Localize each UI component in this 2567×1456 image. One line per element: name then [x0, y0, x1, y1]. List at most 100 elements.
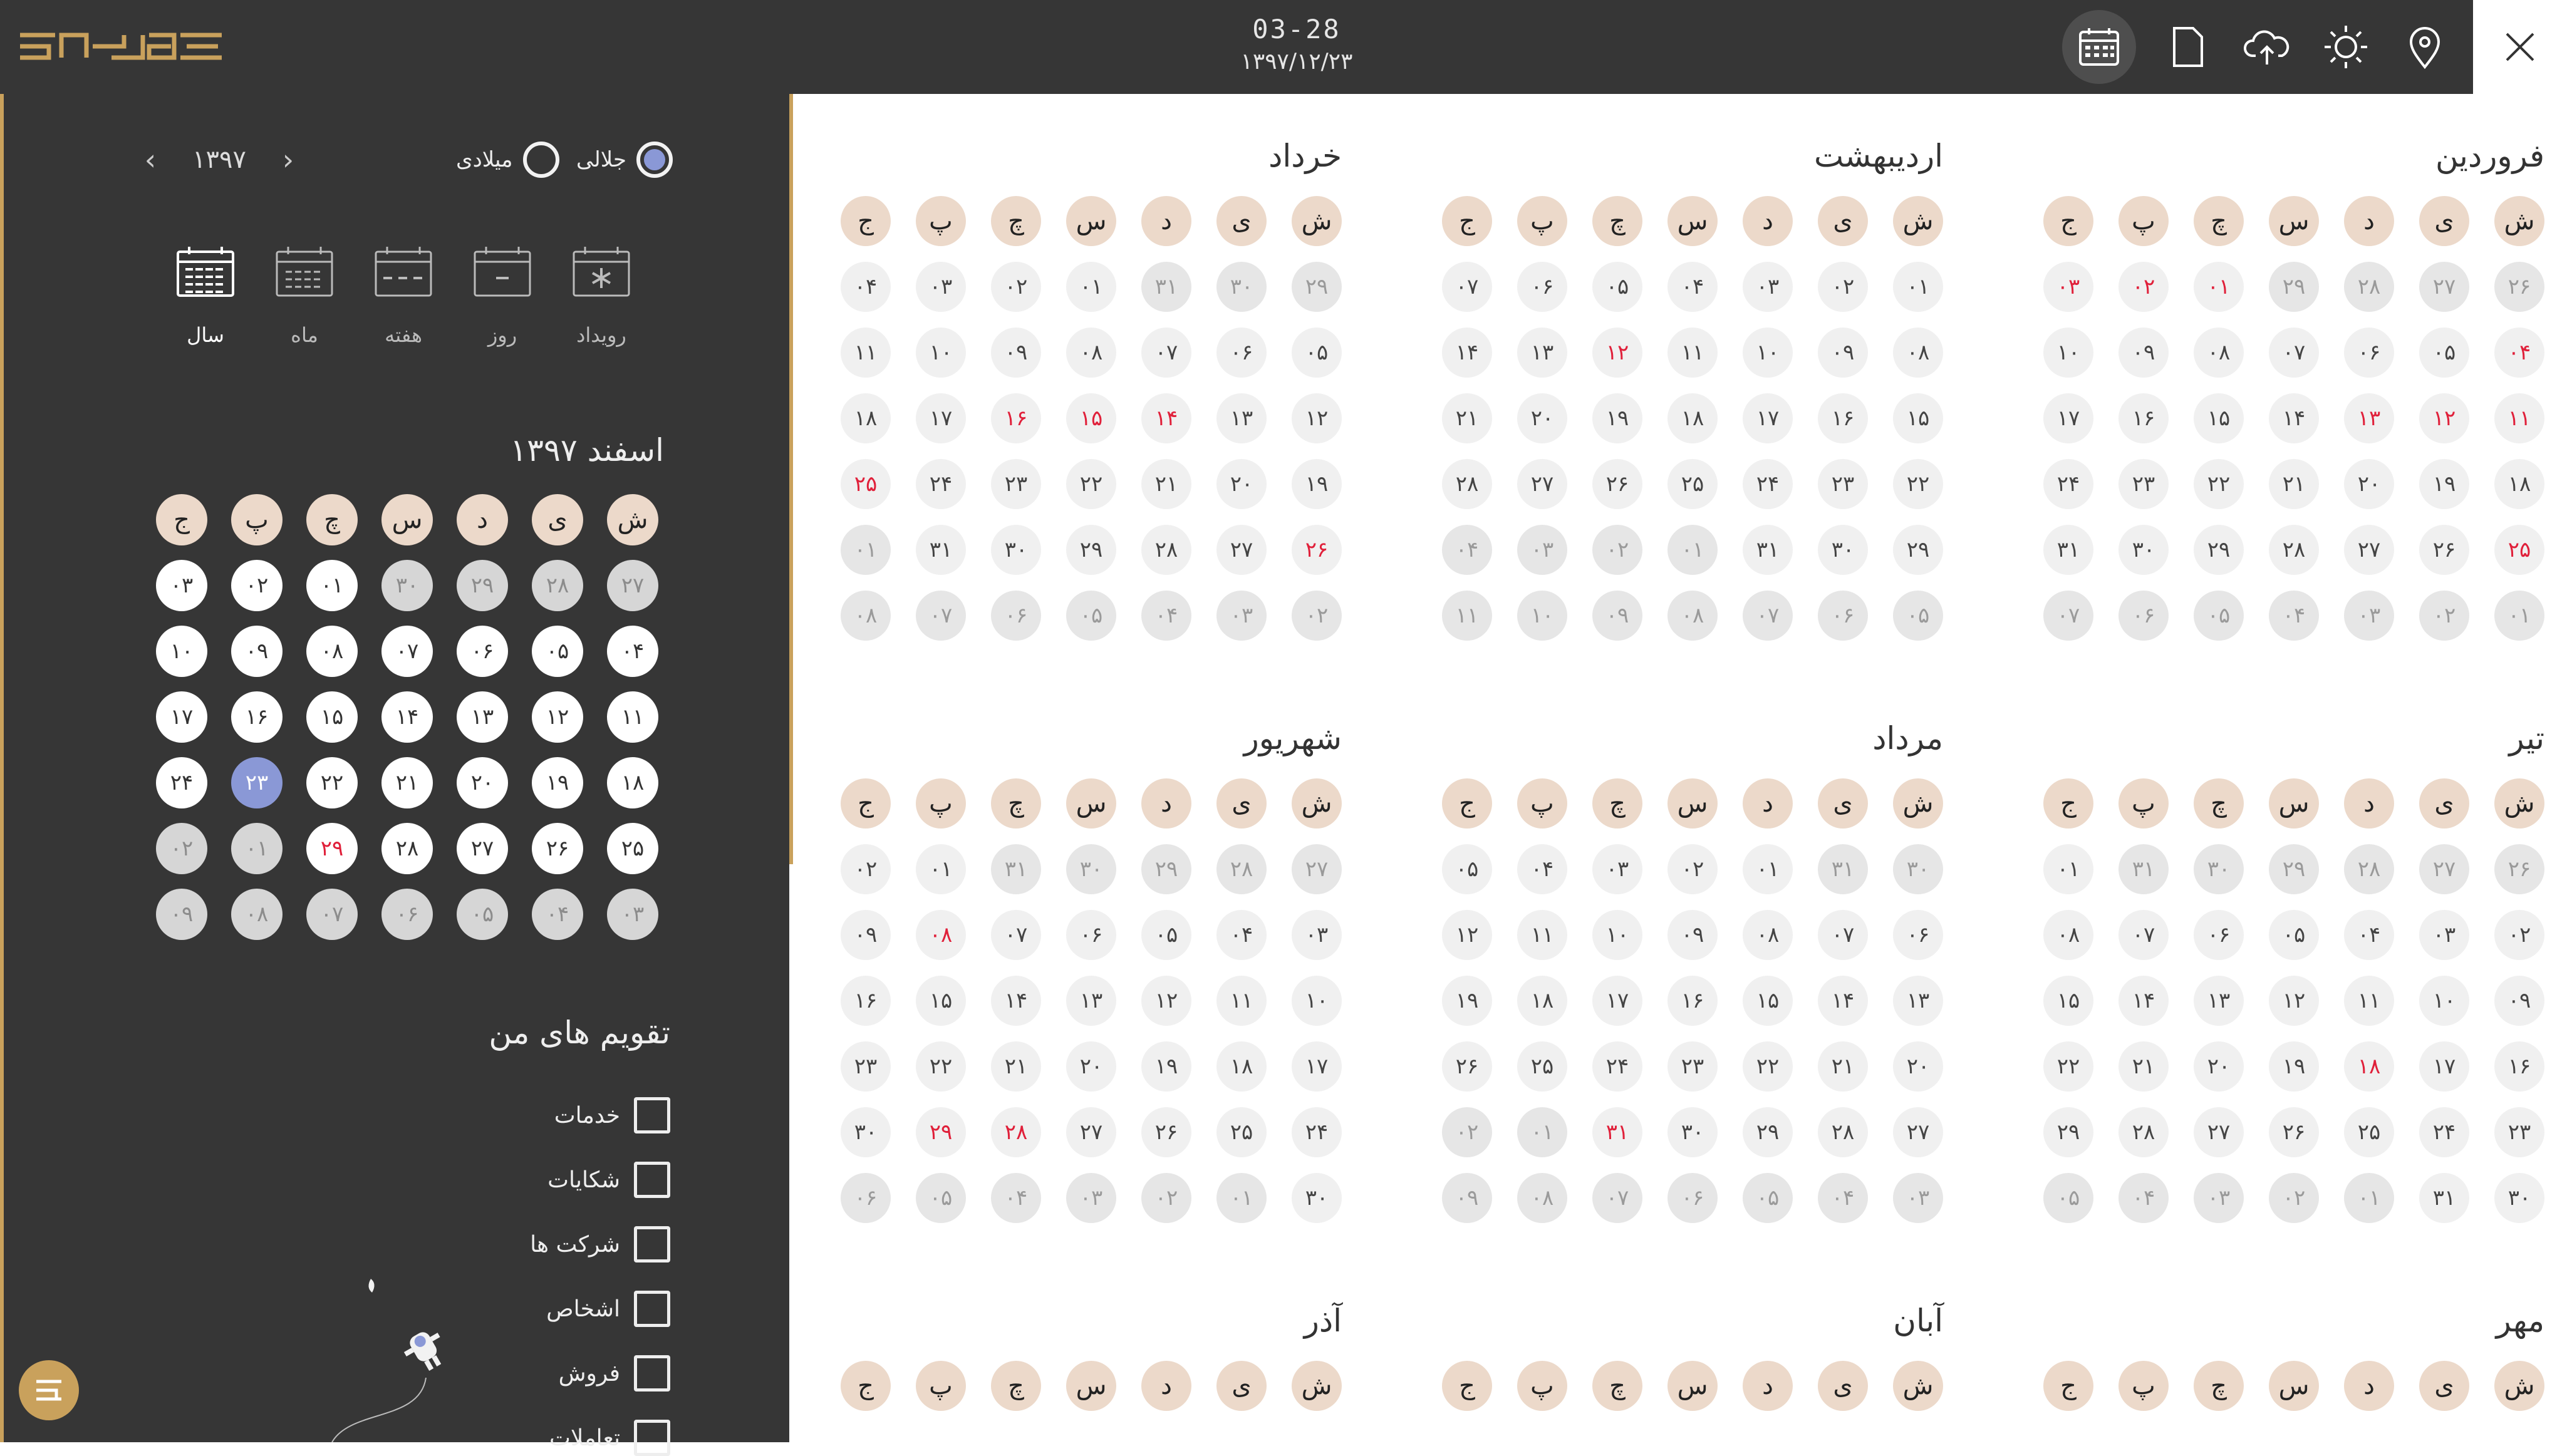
- day-cell[interactable]: ۲۴: [916, 459, 966, 509]
- day-cell[interactable]: ۱۵: [2194, 393, 2244, 443]
- day-cell[interactable]: ۲۰: [2194, 1041, 2244, 1092]
- day-cell[interactable]: ۱۲: [532, 691, 583, 743]
- day-cell[interactable]: ۰۲: [1442, 1107, 1492, 1157]
- calendar-filter-checkbox[interactable]: [634, 1226, 670, 1262]
- day-cell[interactable]: ۳۰: [1292, 1173, 1342, 1223]
- day-cell[interactable]: ۲۴: [1292, 1107, 1342, 1157]
- day-cell[interactable]: ۰۹: [1667, 910, 1718, 960]
- day-cell[interactable]: ۲۱: [2269, 459, 2319, 509]
- day-cell[interactable]: ۰۱: [2043, 844, 2093, 894]
- day-cell[interactable]: ۱۲: [1592, 328, 1642, 378]
- day-cell[interactable]: ۰۴: [991, 1173, 1041, 1223]
- selected-day[interactable]: ۲۳: [231, 757, 283, 808]
- day-cell[interactable]: ۱۸: [2344, 1041, 2394, 1092]
- day-cell[interactable]: ۱۸: [607, 757, 658, 808]
- day-cell[interactable]: ۲۹: [2269, 844, 2319, 894]
- day-cell[interactable]: ۲۶: [1442, 1041, 1492, 1092]
- day-cell[interactable]: ۲۹: [916, 1107, 966, 1157]
- day-cell[interactable]: ۰۲: [1592, 525, 1642, 575]
- day-cell[interactable]: ۰۷: [1442, 262, 1492, 312]
- day-cell[interactable]: ۱۵: [2043, 976, 2093, 1026]
- day-cell[interactable]: ۰۸: [841, 591, 891, 641]
- day-cell[interactable]: ۲۸: [1141, 525, 1191, 575]
- day-cell[interactable]: ۰۱: [1743, 844, 1793, 894]
- day-cell[interactable]: ۱۹: [1592, 393, 1642, 443]
- day-cell[interactable]: ۲۲: [1066, 459, 1116, 509]
- day-cell[interactable]: ۲۲: [916, 1041, 966, 1092]
- day-cell[interactable]: ۲۷: [2419, 262, 2469, 312]
- day-cell[interactable]: ۳۱: [2118, 844, 2169, 894]
- day-cell[interactable]: ۲۷: [2419, 844, 2469, 894]
- day-cell[interactable]: ۳۱: [1141, 262, 1191, 312]
- day-cell[interactable]: ۲۹: [306, 823, 358, 874]
- day-cell[interactable]: ۰۱: [231, 823, 283, 874]
- day-cell[interactable]: ۰۳: [2344, 591, 2394, 641]
- day-cell[interactable]: ۱۷: [1592, 976, 1642, 1026]
- day-cell[interactable]: ۰۵: [916, 1173, 966, 1223]
- day-cell[interactable]: ۰۴: [841, 262, 891, 312]
- day-cell[interactable]: ۲۵: [841, 459, 891, 509]
- day-cell[interactable]: ۰۴: [1667, 262, 1718, 312]
- day-cell[interactable]: ۰۳: [1592, 844, 1642, 894]
- calendar-filter-item[interactable]: اشخاص: [514, 1291, 670, 1327]
- day-cell[interactable]: ۲۹: [1893, 525, 1943, 575]
- day-cell[interactable]: ۲۰: [457, 757, 508, 808]
- day-cell[interactable]: ۰۴: [2118, 1173, 2169, 1223]
- day-cell[interactable]: ۳۰: [1893, 844, 1943, 894]
- day-cell[interactable]: ۱۵: [1743, 976, 1793, 1026]
- radio-jalali-circle[interactable]: [636, 142, 673, 178]
- prev-year-arrow-icon[interactable]: ‹: [138, 143, 163, 177]
- day-cell[interactable]: ۲۹: [457, 560, 508, 611]
- day-cell[interactable]: ۳۱: [1818, 844, 1868, 894]
- day-cell[interactable]: ۰۲: [2419, 591, 2469, 641]
- day-cell[interactable]: ۲۹: [2194, 525, 2244, 575]
- calendar-filter-item[interactable]: شکایات: [514, 1162, 670, 1198]
- day-cell[interactable]: ۲۷: [1292, 844, 1342, 894]
- day-cell[interactable]: ۰۲: [1667, 844, 1718, 894]
- day-cell[interactable]: ۰۸: [1667, 591, 1718, 641]
- day-cell[interactable]: ۱۰: [156, 626, 207, 677]
- day-cell[interactable]: ۱۹: [1141, 1041, 1191, 1092]
- day-cell[interactable]: ۰۷: [991, 910, 1041, 960]
- day-cell[interactable]: ۰۴: [1442, 525, 1492, 575]
- day-cell[interactable]: ۰۹: [1818, 328, 1868, 378]
- day-cell[interactable]: ۲۸: [2344, 262, 2394, 312]
- day-cell[interactable]: ۰۸: [916, 910, 966, 960]
- day-cell[interactable]: ۳۰: [1066, 844, 1116, 894]
- day-cell[interactable]: ۲۷: [1216, 525, 1267, 575]
- day-cell[interactable]: ۰۶: [841, 1173, 891, 1223]
- menu-fab-button[interactable]: [19, 1360, 79, 1420]
- day-cell[interactable]: ۱۰: [1517, 591, 1567, 641]
- view-button-4[interactable]: سال: [168, 244, 243, 347]
- day-cell[interactable]: ۰۳: [1216, 591, 1267, 641]
- day-cell[interactable]: ۲۱: [381, 757, 433, 808]
- day-cell[interactable]: ۲۹: [1743, 1107, 1793, 1157]
- day-cell[interactable]: ۳۱: [2419, 1173, 2469, 1223]
- day-cell[interactable]: ۲۱: [1141, 459, 1191, 509]
- day-cell[interactable]: ۰۳: [1292, 910, 1342, 960]
- day-cell[interactable]: ۰۳: [2043, 262, 2093, 312]
- day-cell[interactable]: ۳۰: [2494, 1173, 2544, 1223]
- day-cell[interactable]: ۱۰: [2419, 976, 2469, 1026]
- day-cell[interactable]: ۲۹: [1141, 844, 1191, 894]
- day-cell[interactable]: ۲۷: [1893, 1107, 1943, 1157]
- day-cell[interactable]: ۰۱: [306, 560, 358, 611]
- radio-jalali[interactable]: جلالی: [576, 142, 673, 178]
- day-cell[interactable]: ۱۸: [1667, 393, 1718, 443]
- next-year-arrow-icon[interactable]: ›: [276, 143, 301, 177]
- day-cell[interactable]: ۰۷: [2118, 910, 2169, 960]
- calendar-filter-checkbox[interactable]: [634, 1291, 670, 1327]
- day-cell[interactable]: ۰۲: [1141, 1173, 1191, 1223]
- day-cell[interactable]: ۰۶: [1216, 328, 1267, 378]
- day-cell[interactable]: ۰۹: [231, 626, 283, 677]
- day-cell[interactable]: ۳۱: [1743, 525, 1793, 575]
- day-cell[interactable]: ۰۴: [2494, 328, 2544, 378]
- day-cell[interactable]: ۰۴: [607, 626, 658, 677]
- day-cell[interactable]: ۱۰: [1292, 976, 1342, 1026]
- weather-button[interactable]: [2309, 10, 2383, 84]
- day-cell[interactable]: ۰۶: [2344, 328, 2394, 378]
- day-cell[interactable]: ۱۷: [2043, 393, 2093, 443]
- day-cell[interactable]: ۱۶: [2494, 1041, 2544, 1092]
- calendar-filter-checkbox[interactable]: [634, 1420, 670, 1456]
- day-cell[interactable]: ۲۶: [1592, 459, 1642, 509]
